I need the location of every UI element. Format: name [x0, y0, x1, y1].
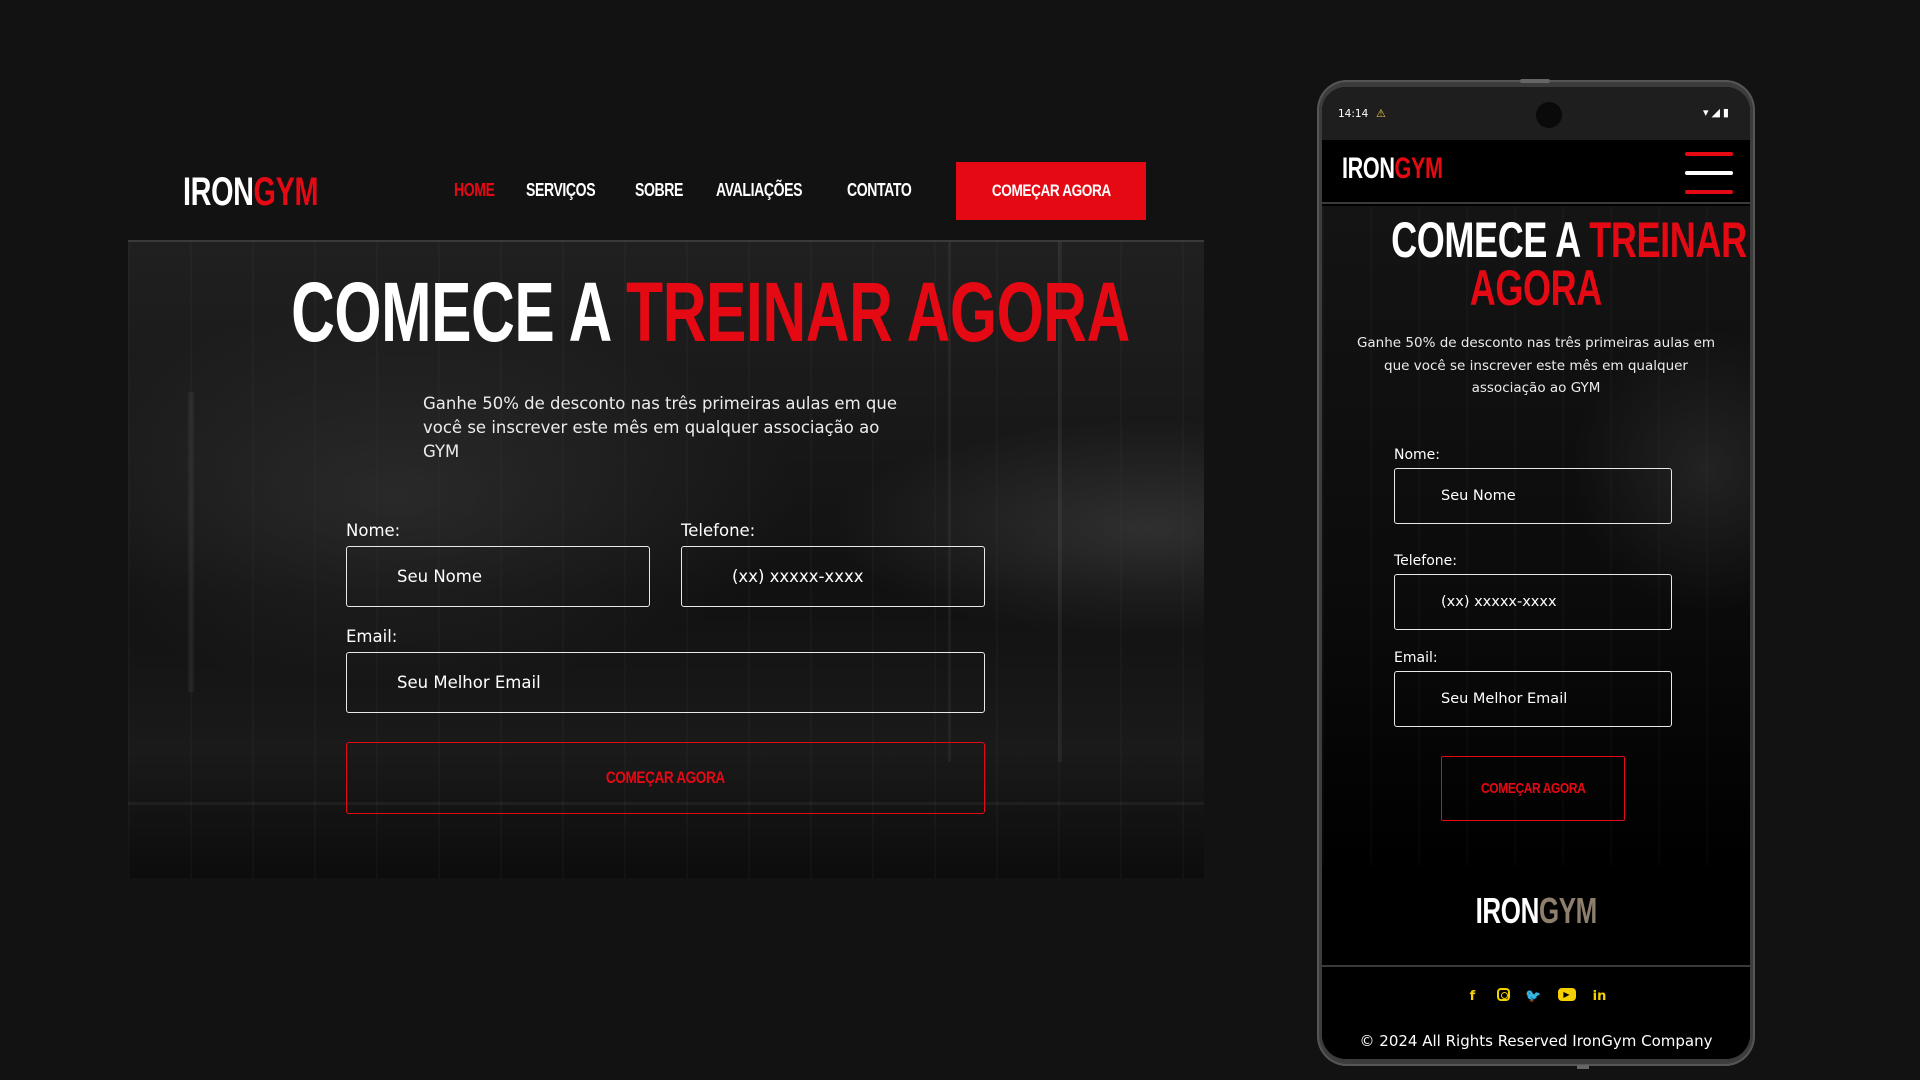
mobile-hero-subtitle: Ganhe 50% de desconto nas três primeiras… [1356, 335, 1716, 396]
copyright-text: © 2024 All Rights Reserved IronGym Compa… [1359, 1032, 1713, 1050]
mobile-phone-input[interactable]: (xx) xxxxx-xxxx [1394, 574, 1672, 630]
linkedin-icon[interactable]: in [1591, 988, 1609, 1004]
system-status-icons: ▾◢▮ [1702, 106, 1732, 119]
logo-iron: IRON [183, 170, 254, 214]
logo-gym: GYM [253, 170, 319, 214]
logo-gym: GYM [1394, 152, 1443, 185]
mobile-name-input[interactable]: Seu Nome [1394, 468, 1672, 524]
mobile-site-logo[interactable]: IRON GYM [1342, 152, 1443, 186]
desktop-mockup: IRON GYM HOME SERVIÇOS SOBRE AVALIAÇÕES C… [128, 162, 1204, 878]
mobile-title-red-2: AGORA [1469, 260, 1603, 316]
phone-label: Telefone: [681, 521, 756, 540]
hero-title-white: COMECE A [291, 265, 627, 359]
site-logo[interactable]: IRON GYM [183, 170, 318, 215]
footer-divider [1322, 965, 1750, 967]
submit-label: COMEÇAR AGORA [606, 768, 725, 787]
hero-bg-bar [188, 392, 194, 692]
footer-logo-gym: GYM [1538, 890, 1597, 931]
desktop-navbar: IRON GYM HOME SERVIÇOS SOBRE AVALIAÇÕES C… [128, 162, 1204, 242]
mobile-navbar: IRON GYM [1322, 140, 1750, 204]
nav-sobre[interactable]: SOBRE [635, 180, 683, 201]
submit-button[interactable]: COMEÇAR AGORA [346, 742, 985, 814]
phone-speaker [1520, 79, 1550, 83]
footer-logo[interactable]: IRONGYM [1322, 890, 1750, 932]
logo-iron: IRON [1342, 152, 1395, 185]
status-bar: 14:14 ⚠ ▾◢▮ [1322, 87, 1750, 140]
phone-input[interactable]: (xx) xxxxx-xxxx [681, 546, 985, 607]
nav-avaliacoes[interactable]: AVALIAÇÕES [716, 180, 802, 201]
nav-home[interactable]: HOME [454, 180, 495, 201]
mobile-phone-label: Telefone: [1394, 553, 1457, 569]
warning-icon: ⚠ [1376, 107, 1386, 120]
mobile-name-label: Nome: [1394, 447, 1441, 463]
nav-contato[interactable]: CONTATO [847, 180, 912, 201]
status-time: 14:14 [1338, 108, 1369, 120]
twitter-icon[interactable]: 🐦 [1525, 988, 1543, 1004]
youtube-icon[interactable]: ▶ [1557, 988, 1576, 1001]
hero-title-red: TREINAR AGORA [626, 265, 1130, 359]
name-label: Nome: [346, 521, 401, 540]
instagram-icon[interactable] [1496, 988, 1510, 1001]
mobile-submit-button[interactable]: COMEÇAR AGORA [1441, 756, 1625, 821]
mobile-hero-title: COMECE A TREINAR AGORA [1322, 215, 1750, 316]
footer-logo-iron: IRON [1475, 890, 1539, 931]
hero-subtitle: Ganhe 50% de desconto nas três primeiras… [423, 394, 897, 461]
social-links: f 🐦 ▶ in [1322, 988, 1750, 1004]
front-camera [1536, 102, 1562, 128]
hamburger-menu-icon[interactable] [1685, 152, 1735, 194]
desktop-nav-menu: HOME SERVIÇOS SOBRE AVALIAÇÕES CONTATO [454, 180, 929, 201]
mobile-email-label: Email: [1394, 650, 1438, 666]
mobile-email-input[interactable]: Seu Melhor Email [1394, 671, 1672, 727]
mobile-hero: COMECE A TREINAR AGORA Ganhe 50% de desc… [1322, 206, 1750, 866]
mobile-footer: IRONGYM f 🐦 ▶ in © 2024 All Rights Reser… [1322, 866, 1750, 1059]
hero-title: COMECE A TREINAR AGORA [128, 264, 1204, 361]
phone-screen: 14:14 ⚠ ▾◢▮ IRON GYM COMECE A TREINAR AGO… [1322, 87, 1750, 1059]
nav-cta-button[interactable]: COMEÇAR AGORA [956, 162, 1146, 220]
mobile-submit-label: COMEÇAR AGORA [1480, 780, 1586, 797]
mobile-title-red-1: TREINAR [1589, 212, 1747, 268]
phone-button [1577, 1065, 1589, 1069]
desktop-hero: COMECE A TREINAR AGORA Ganhe 50% de desc… [128, 242, 1204, 878]
email-input[interactable]: Seu Melhor Email [346, 652, 985, 713]
name-input[interactable]: Seu Nome [346, 546, 650, 607]
email-label: Email: [346, 627, 398, 646]
nav-cta-label: COMEÇAR AGORA [991, 181, 1111, 200]
nav-servicos[interactable]: SERVIÇOS [526, 180, 596, 201]
facebook-icon[interactable]: f [1464, 988, 1482, 1004]
phone-mockup: 14:14 ⚠ ▾◢▮ IRON GYM COMECE A TREINAR AGO… [1317, 79, 1755, 1069]
